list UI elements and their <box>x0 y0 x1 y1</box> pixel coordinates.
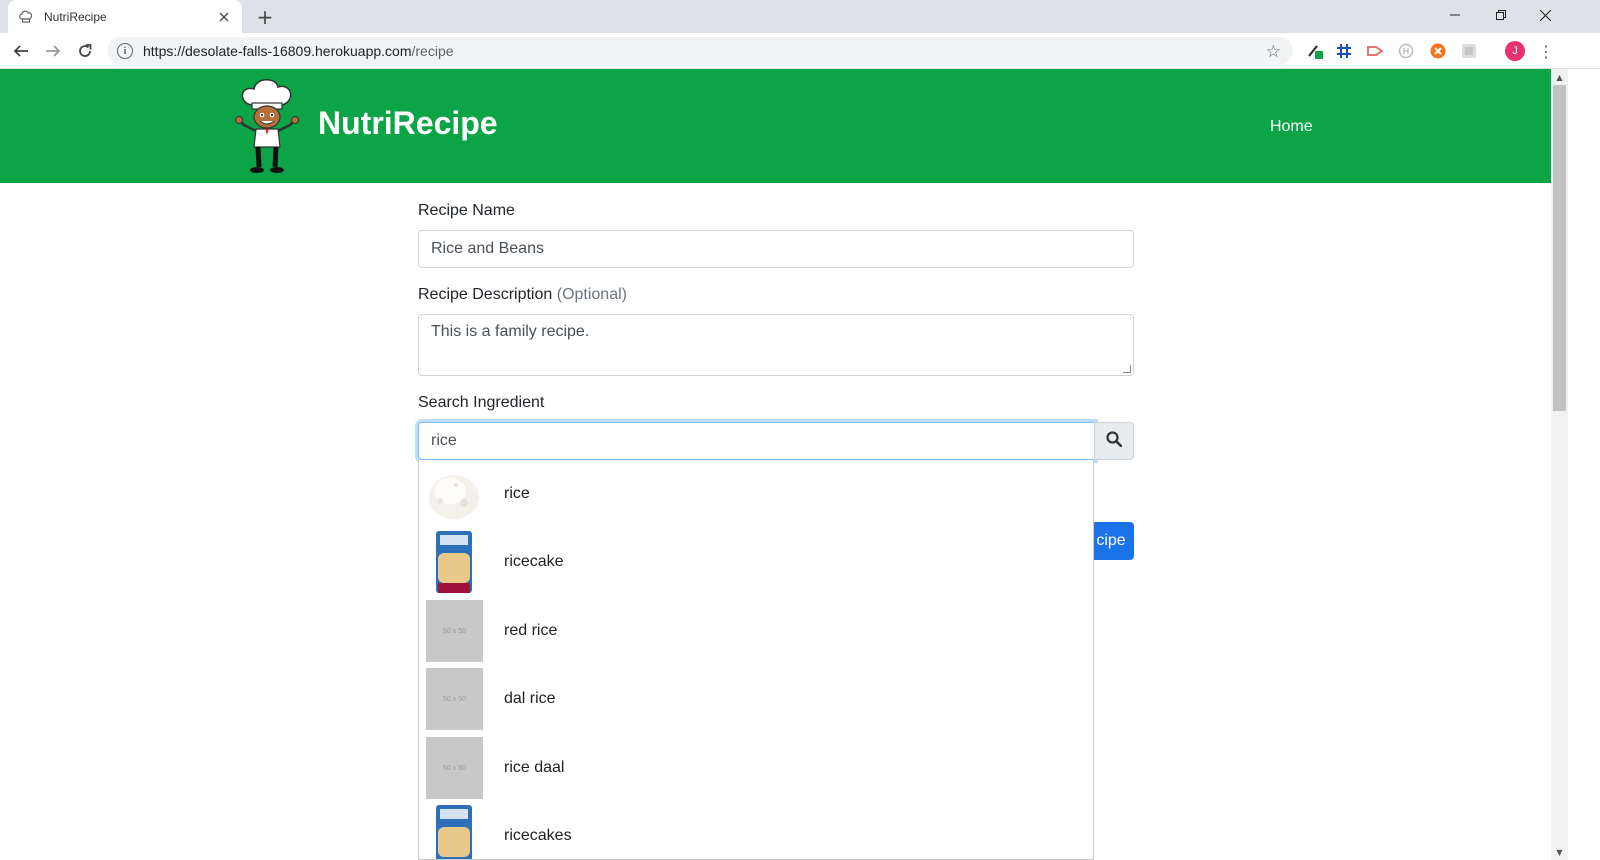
suggestion-name: ricecakes <box>504 827 572 844</box>
scrollbar-thumb[interactable] <box>1553 85 1566 411</box>
tab-title: NutriRecipe <box>44 9 107 24</box>
rice-photo-icon <box>426 463 483 525</box>
placeholder-image-icon: 50 x 50 <box>426 600 483 662</box>
suggestion-item[interactable]: 50 x 50 dal rice <box>419 665 1093 733</box>
search-button[interactable] <box>1094 422 1134 460</box>
site-header: NutriRecipe Home <box>0 69 1551 183</box>
recipe-description-label-text: Recipe Description <box>418 286 553 303</box>
profile-avatar[interactable]: J <box>1505 41 1525 61</box>
extension-pen-icon[interactable] <box>1306 42 1324 60</box>
new-tab-button[interactable]: + <box>254 5 276 29</box>
browser-menu-icon[interactable]: ⋮ <box>1538 41 1554 61</box>
minimize-icon[interactable] <box>1432 0 1478 30</box>
suggestion-item[interactable]: ricecake <box>419 528 1093 596</box>
placeholder-image-icon: 50 x 50 <box>426 668 483 730</box>
placeholder-image-icon: 50 x 50 <box>426 737 483 799</box>
page-viewport: NutriRecipe Home Recipe Name Rice and Be… <box>0 69 1551 860</box>
chef-logo[interactable] <box>232 77 304 175</box>
suggestion-item[interactable]: rice <box>419 460 1093 528</box>
optional-hint: (Optional) <box>556 286 627 303</box>
restore-icon[interactable] <box>1478 0 1524 30</box>
browser-toolbar: i https://desolate-falls-16809.herokuapp… <box>0 33 1600 69</box>
reload-icon[interactable] <box>73 39 97 63</box>
forward-arrow-icon[interactable] <box>41 39 65 63</box>
search-icon <box>1106 430 1123 452</box>
recipe-name-input[interactable]: Rice and Beans <box>418 230 1134 268</box>
address-bar[interactable]: i https://desolate-falls-16809.herokuapp… <box>107 37 1293 65</box>
ricecake-package-icon <box>426 805 483 859</box>
suggestion-item[interactable]: ricecakes <box>419 802 1093 859</box>
recipe-description-textarea[interactable]: This is a family recipe. <box>418 314 1134 376</box>
suggestion-name: dal rice <box>504 690 556 707</box>
page-scrollbar[interactable]: ▲ ▼ <box>1551 69 1568 860</box>
suggestion-name: red rice <box>504 622 558 639</box>
browser-tab-bar: NutriRecipe + <box>0 0 1600 33</box>
extension-orange-icon[interactable] <box>1429 42 1447 60</box>
scroll-up-icon[interactable]: ▲ <box>1551 69 1568 85</box>
site-info-icon[interactable]: i <box>117 43 133 59</box>
url-host: https://desolate-falls-16809.herokuapp.c… <box>143 43 412 59</box>
url-path: /recipe <box>411 43 454 59</box>
back-arrow-icon[interactable] <box>9 39 33 63</box>
suggestion-name: rice daal <box>504 759 565 776</box>
extension-gray-icon[interactable] <box>1460 42 1478 60</box>
suggestion-name: ricecake <box>504 553 564 570</box>
chef-hat-favicon-icon <box>18 9 34 25</box>
search-ingredient-label: Search Ingredient <box>418 394 545 411</box>
suggestion-item[interactable]: 50 x 50 rice daal <box>419 734 1093 802</box>
brand-title[interactable]: NutriRecipe <box>318 105 498 142</box>
extension-grid-icon[interactable] <box>1335 42 1353 60</box>
ingredient-search-input[interactable]: rice <box>418 422 1095 460</box>
browser-tab[interactable]: NutriRecipe <box>8 0 242 33</box>
tab-close-icon[interactable] <box>216 9 232 25</box>
ingredient-suggestions-dropdown: rice ricecake 50 x 50 red rice 50 x 50 d… <box>418 460 1094 860</box>
resize-grip-icon[interactable] <box>1123 365 1131 373</box>
recipe-description-value: This is a family recipe. <box>431 323 590 340</box>
recipe-description-label: Recipe Description (Optional) <box>418 286 627 304</box>
scroll-down-icon[interactable]: ▼ <box>1551 844 1568 860</box>
extension-circle-icon[interactable] <box>1397 42 1415 60</box>
suggestion-name: rice <box>504 485 530 502</box>
window-close-icon[interactable] <box>1522 0 1568 30</box>
ricecake-package-icon <box>426 531 483 593</box>
recipe-name-label: Recipe Name <box>418 202 515 219</box>
nav-home-link[interactable]: Home <box>1270 118 1313 136</box>
suggestion-item[interactable]: 50 x 50 red rice <box>419 597 1093 665</box>
extension-arrow-icon[interactable] <box>1366 42 1384 60</box>
bookmark-star-icon[interactable]: ☆ <box>1266 42 1281 62</box>
